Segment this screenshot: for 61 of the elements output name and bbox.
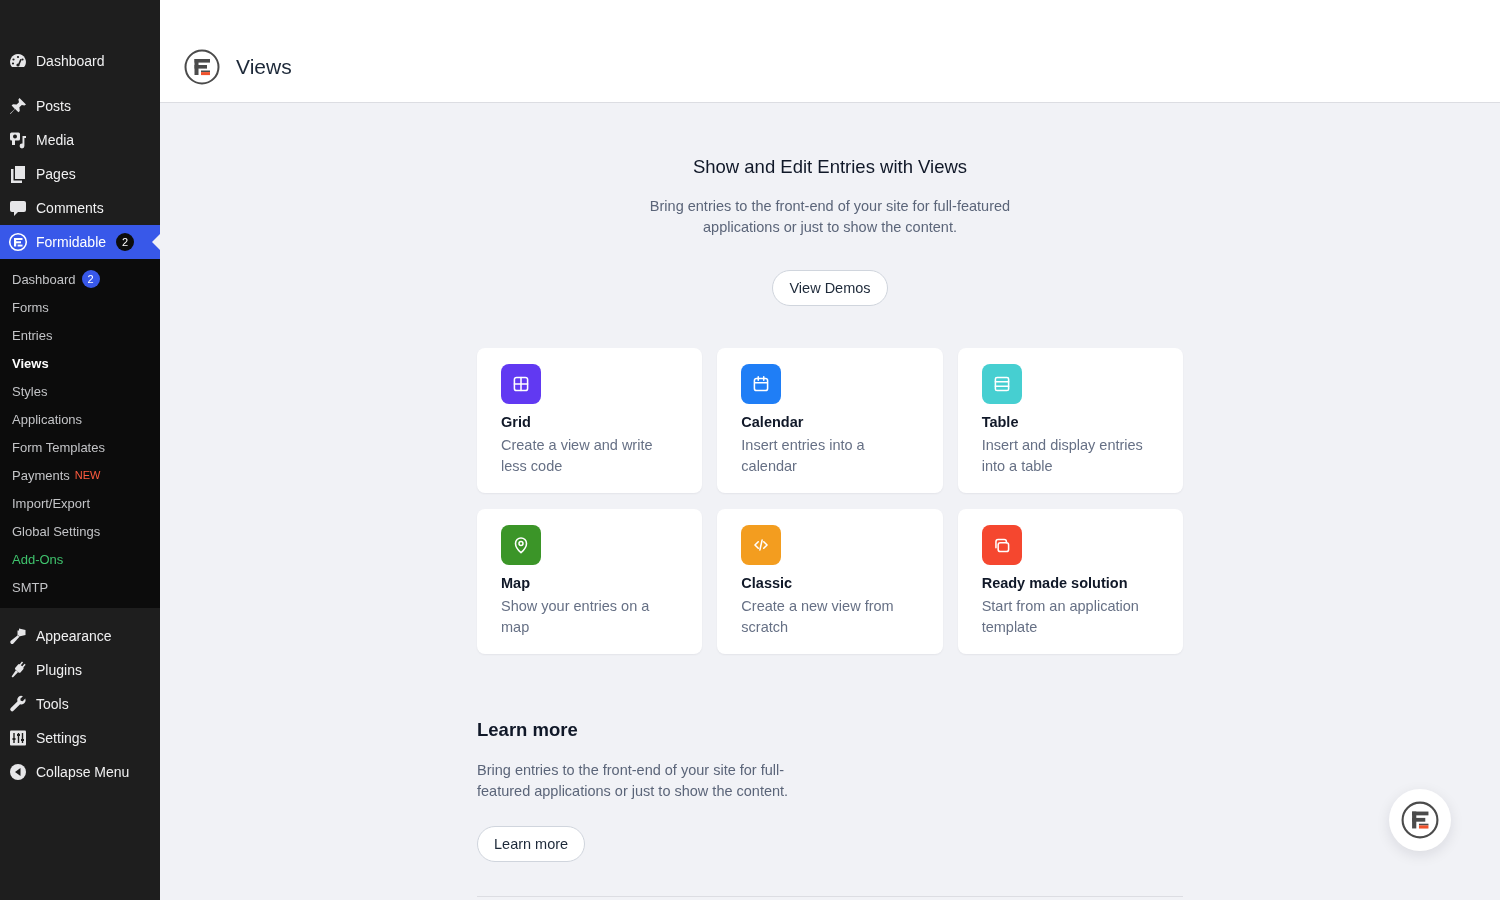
view-type-card[interactable]: Table Insert and display entries into a table xyxy=(957,348,1183,493)
card-description: Create a new view from scratch xyxy=(741,597,895,637)
section-description: Bring entries to the front-end of your site for full-featured applications or just to show the content. xyxy=(477,761,790,801)
submenu-item[interactable]: SMTP xyxy=(0,573,160,601)
submenu-item[interactable]: Import/Export xyxy=(0,489,160,517)
sidebar-menu-item[interactable]: Settings xyxy=(0,721,160,755)
card-description: Insert and display entries into a table xyxy=(981,436,1144,476)
sidebar-menu-item[interactable]: Posts xyxy=(0,89,160,123)
new-tag-text: NEW xyxy=(74,469,101,481)
logo-icon xyxy=(8,232,28,252)
pushpin-icon xyxy=(8,96,28,116)
sidebar-menu-item[interactable]: Appearance xyxy=(0,619,160,653)
view-demos-button[interactable]: View Demos xyxy=(772,270,888,306)
wrench-icon xyxy=(8,694,28,714)
submenu-item[interactable]: Form Templates xyxy=(0,433,160,461)
count-badge: 2 xyxy=(116,233,135,251)
view-type-card[interactable]: Calendar Insert entries into a calendar xyxy=(717,348,943,493)
card-description: Start from an application template xyxy=(981,597,1140,637)
card-description: Create a view and write less code xyxy=(501,436,654,476)
submenu-item[interactable]: Global Settings xyxy=(0,517,160,545)
section-description: Bring entries to the front-end of your site for full-featured applications or just to show the content. xyxy=(648,197,1012,237)
count-badge: 2 xyxy=(81,270,100,288)
sliders-icon xyxy=(8,728,28,748)
card-title: Classic xyxy=(741,574,794,593)
card-title: Map xyxy=(501,574,531,593)
submenu-item[interactable]: Applications xyxy=(0,405,160,433)
pages-icon xyxy=(8,164,28,184)
speech-bubble-icon xyxy=(8,198,28,218)
sidebar-menu-item[interactable]: Formidable 2 xyxy=(0,225,160,259)
sidebar-menu-item[interactable]: Tools xyxy=(0,687,160,721)
logo-icon xyxy=(184,49,220,85)
sidebar-menu-item[interactable]: Dashboard xyxy=(0,44,160,78)
submenu-item[interactable]: Add-Ons xyxy=(0,545,160,573)
view-type-card[interactable]: Classic Create a new view from scratch xyxy=(717,509,943,654)
card-description: Show your entries on a map xyxy=(501,597,651,637)
view-type-card[interactable]: Grid Create a view and write less code xyxy=(477,348,703,493)
submenu-item[interactable]: Views xyxy=(0,349,160,377)
photo-music-icon xyxy=(8,130,28,150)
card-title: Table xyxy=(981,413,1020,432)
view-type-card[interactable]: Map Show your entries on a map xyxy=(477,509,703,654)
section-heading: Show and Edit Entries with Views xyxy=(692,155,968,179)
learn-more-button[interactable]: Learn more xyxy=(477,826,586,862)
card-title: Calendar xyxy=(741,413,805,432)
card-title: Ready made solution xyxy=(981,574,1129,593)
submenu-item[interactable]: Dashboard 2 xyxy=(0,265,160,293)
card-description: Insert entries into a calendar xyxy=(741,436,866,476)
view-type-card[interactable]: Ready made solution Start from an application template xyxy=(957,509,1183,654)
paintbrush-icon xyxy=(8,626,28,646)
page-title: Views xyxy=(236,55,292,79)
collapse-menu-button[interactable]: Collapse Menu xyxy=(0,755,160,789)
submenu-item[interactable]: Entries xyxy=(0,321,160,349)
submenu-item[interactable]: Forms xyxy=(0,293,160,321)
submenu-item[interactable]: Styles xyxy=(0,377,160,405)
section-heading: Learn more xyxy=(477,718,578,742)
sidebar-menu-item[interactable]: Comments xyxy=(0,191,160,225)
logo-icon xyxy=(1401,801,1439,839)
sidebar-menu-item[interactable]: Media xyxy=(0,123,160,157)
sidebar-menu-item[interactable]: Plugins xyxy=(0,653,160,687)
submenu-item[interactable]: Payments NEW xyxy=(0,461,160,489)
sidebar-menu-item[interactable]: Pages xyxy=(0,157,160,191)
card-title: Grid xyxy=(501,413,532,432)
